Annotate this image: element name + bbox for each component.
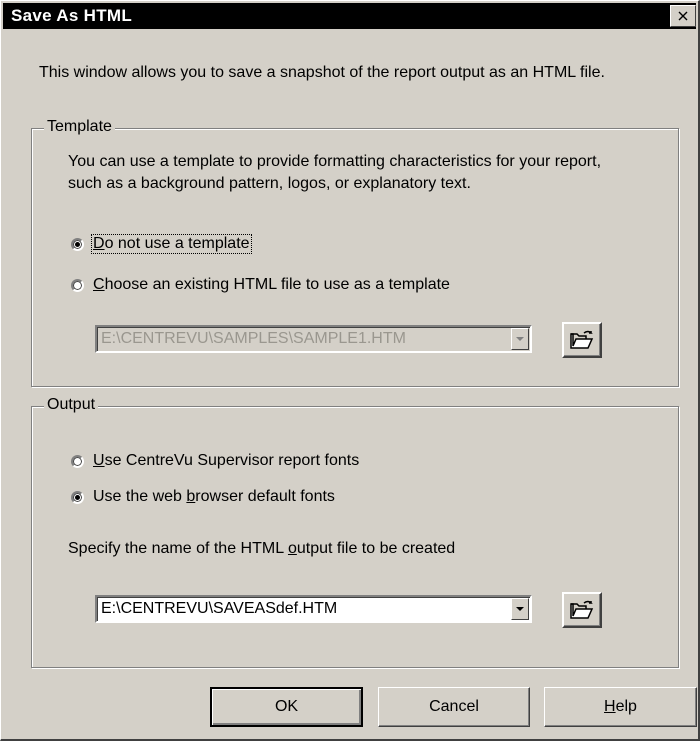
save-as-html-dialog: Save As HTML This window allows you to s…	[0, 0, 700, 741]
radio-browser-fonts-circle[interactable]	[71, 490, 84, 504]
help-button[interactable]: Help	[544, 687, 697, 727]
title-bar[interactable]: Save As HTML	[3, 3, 696, 29]
output-browse-button[interactable]	[562, 592, 602, 628]
window-title: Save As HTML	[11, 6, 133, 25]
output-path-value[interactable]: E:\CENTREVU\SAVEASdef.HTM	[101, 600, 337, 618]
radio-no-template-circle[interactable]	[71, 237, 84, 251]
radio-browser-fonts-label: Use the web browser default fonts	[93, 488, 335, 505]
template-group-label: Template	[44, 118, 115, 136]
output-group: Output Use CentreVu Supervisor report fo…	[31, 396, 679, 668]
template-description-line1: You can use a template to provide format…	[68, 153, 602, 170]
template-description-line2: such as a background pattern, logos, or …	[68, 175, 471, 192]
intro-text: This window allows you to save a snapsho…	[39, 64, 605, 81]
radio-existing-template-label: Choose an existing HTML file to use as a…	[93, 276, 450, 293]
output-path-dropdown[interactable]	[511, 598, 529, 620]
radio-existing-template[interactable]: Choose an existing HTML file to use as a…	[71, 275, 452, 295]
radio-existing-template-circle[interactable]	[71, 278, 84, 292]
template-path-dropdown[interactable]	[511, 328, 529, 350]
open-folder-icon	[570, 330, 594, 349]
template-browse-button[interactable]	[562, 322, 602, 358]
radio-no-template[interactable]: Do not use a template	[71, 234, 252, 254]
close-button[interactable]	[670, 5, 696, 27]
template-path-combo[interactable]: E:\CENTREVU\SAMPLES\SAMPLE1.HTM	[95, 325, 532, 353]
radio-centrevu-fonts[interactable]: Use CentreVu Supervisor report fonts	[71, 451, 361, 471]
output-group-label: Output	[44, 396, 99, 414]
ok-button[interactable]: OK	[210, 687, 363, 727]
open-folder-icon	[570, 600, 594, 619]
chevron-down-icon	[516, 607, 524, 611]
template-path-value: E:\CENTREVU\SAMPLES\SAMPLE1.HTM	[101, 330, 406, 347]
radio-centrevu-fonts-label: Use CentreVu Supervisor report fonts	[93, 452, 360, 469]
close-icon	[678, 11, 688, 21]
radio-no-template-label: Do not use a template	[91, 234, 252, 254]
radio-centrevu-fonts-circle[interactable]	[71, 454, 84, 468]
chevron-down-icon	[516, 337, 524, 341]
output-file-prompt: Specify the name of the HTML output file…	[68, 540, 456, 557]
output-path-combo[interactable]: E:\CENTREVU\SAVEASdef.HTM	[95, 595, 532, 623]
radio-browser-fonts[interactable]: Use the web browser default fonts	[71, 487, 337, 507]
template-group: Template You can use a template to provi…	[31, 118, 679, 387]
cancel-button[interactable]: Cancel	[378, 687, 530, 727]
